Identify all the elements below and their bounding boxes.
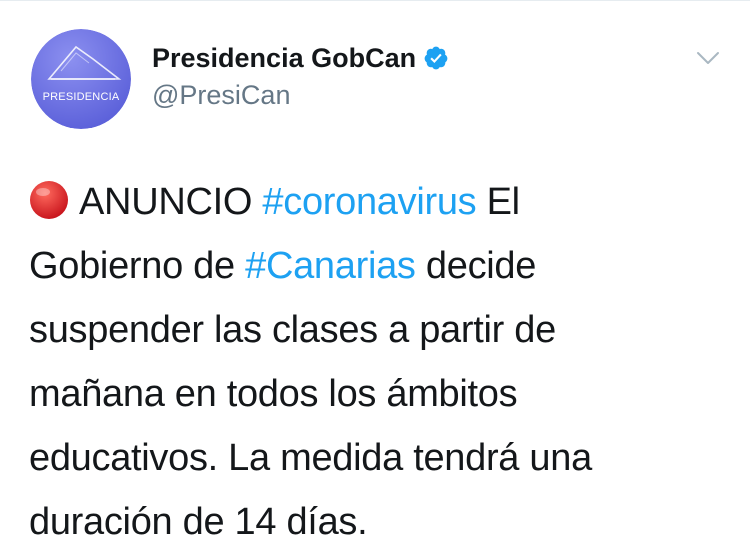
avatar[interactable]: PRESIDENCIA [31,29,131,129]
tweet-text-el: El [486,181,521,223]
tweet-line-2: Gobierno de #Canarias decide [29,234,729,298]
tweet-line-4: mañana en todos los ámbitos [29,373,518,415]
author-name-row: Presidencia GobCan [152,40,449,76]
verified-badge-icon [423,45,449,71]
top-divider [0,0,750,1]
tweet-text-gobierno: Gobierno de [29,245,235,287]
tweet-line-1: ANUNCIO #coronavirus El [29,170,729,234]
tweet-card: PRESIDENCIA Presidencia GobCan @PresiCan… [0,0,750,549]
avatar-logo-icon [31,29,131,129]
tweet-text-decide: decide [425,245,537,287]
tweet-line-3: suspender las clases a partir de [29,309,556,351]
hashtag-coronavirus[interactable]: #coronavirus [262,181,476,223]
tweet-line-5: educativos. La medida tendrá una [29,437,592,479]
tweet-line-6: duración de 14 días. [29,501,368,543]
display-name[interactable]: Presidencia GobCan [152,43,416,74]
tweet-text: ANUNCIO #coronavirus El Gobierno de #Can… [29,170,729,549]
avatar-label: PRESIDENCIA [42,91,120,103]
chevron-down-icon[interactable] [693,46,723,70]
hashtag-canarias[interactable]: #Canarias [245,245,416,287]
handle[interactable]: @PresiCan [152,80,290,111]
tweet-text-anuncio: ANUNCIO [79,181,253,223]
red-circle-emoji-icon [29,176,69,219]
